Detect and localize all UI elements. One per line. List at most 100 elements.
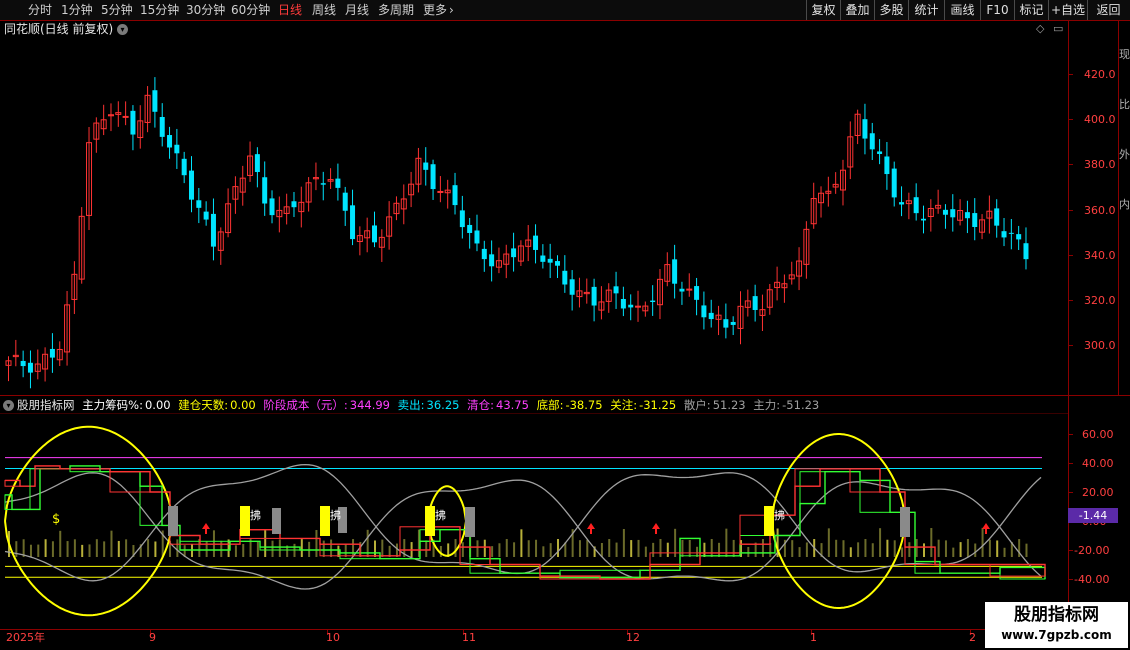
time-axis-label: 2: [969, 631, 976, 644]
candle-body-down: [694, 286, 700, 300]
candle-body-down: [203, 211, 209, 220]
up-arrow-icon: [202, 523, 210, 534]
volume-bar: [769, 542, 772, 557]
volume-bar: [915, 539, 918, 557]
volume-bar: [805, 542, 808, 557]
kline-chart-canvas[interactable]: 拂拂拂拂: [0, 0, 1130, 650]
candle-body-down: [972, 213, 978, 227]
candle-body-down: [921, 218, 926, 221]
volume-bar: [966, 539, 969, 557]
signal-column-gray: [272, 508, 281, 534]
volume-bar: [103, 541, 106, 557]
candle-body-down: [555, 261, 560, 266]
candle-body-down: [511, 248, 517, 258]
candle-body-down: [152, 90, 158, 112]
legend-value: -38.75: [565, 398, 603, 412]
legend-value: 43.75: [496, 398, 529, 412]
buy-signal-label: 拂: [774, 508, 785, 522]
candle-body-down: [752, 296, 758, 310]
candle-body-down: [181, 158, 187, 176]
indicator-tick: 40.00: [1082, 457, 1114, 470]
candle-body-down: [877, 151, 883, 154]
watermark-title: 股朋指标网: [1014, 605, 1099, 625]
candle-body-down: [49, 348, 55, 358]
legend-label: 清仓:: [467, 398, 494, 412]
candle-body-down: [196, 200, 202, 208]
volume-bar: [315, 529, 318, 557]
volume-bar: [264, 530, 267, 557]
price-tick: 300.0: [1084, 339, 1116, 352]
buy-signal-label: 拂: [250, 508, 261, 522]
volume-bar: [1003, 547, 1006, 557]
volume-bar: [454, 539, 457, 557]
volume-bar: [461, 542, 464, 557]
candle-body-down: [899, 202, 905, 205]
volume-bar: [344, 543, 347, 557]
candle-body-down: [591, 286, 597, 306]
volume-bar: [842, 540, 845, 557]
time-axis-label: 10: [326, 631, 340, 644]
candle-body-down: [467, 224, 473, 233]
up-arrow-icon: [587, 523, 595, 534]
volume-bar: [337, 545, 340, 557]
signal-column-gray: [465, 507, 475, 537]
volume-bar: [886, 539, 889, 557]
volume-bar: [659, 539, 662, 557]
main-chart-title: 同花顺(日线 前复权): [4, 22, 114, 36]
candle-body-down: [562, 270, 568, 285]
volume-bar: [622, 528, 625, 557]
candle-body-down: [1001, 231, 1007, 238]
cost-envelope: [771, 433, 905, 522]
diamond-icon[interactable]: ◇: [1036, 22, 1044, 36]
volume-bar: [505, 539, 508, 557]
candle-body-down: [569, 279, 575, 295]
volume-bar: [527, 540, 530, 557]
volume-bar: [652, 542, 655, 557]
price-tick: 420.0: [1084, 68, 1116, 81]
indicator-legend: 股朋指标网 主力筹码%: 0.00 建仓天数: 0.00 阶段成本（元）: 344.9…: [17, 398, 819, 412]
volume-bar: [732, 539, 735, 557]
volume-bar: [952, 547, 955, 557]
volume-bar: [835, 539, 838, 557]
volume-bar: [761, 539, 764, 557]
time-axis-label: 11: [462, 631, 476, 644]
legend-value: 344.99: [349, 398, 390, 412]
legend-label: 主力筹码%:: [82, 398, 143, 412]
legend-label: 建仓天数:: [178, 398, 229, 412]
chip-box: [859, 479, 891, 513]
volume-bar: [81, 544, 84, 557]
volume-bar: [600, 543, 603, 557]
buy-signal-label: 拂: [330, 508, 341, 522]
time-axis-label: 12: [626, 631, 640, 644]
time-axis-label: 1: [810, 631, 817, 644]
candle-body-down: [254, 154, 260, 173]
candle-body-down: [269, 198, 275, 216]
indicator-tick: -20.00: [1074, 544, 1110, 557]
window-icon[interactable]: ▭: [1053, 22, 1063, 36]
candle-body-down: [533, 235, 539, 250]
volume-bar: [330, 539, 333, 557]
candle-body-down: [723, 319, 729, 328]
legend-value: -51.23: [782, 398, 820, 412]
up-arrow-icon: [652, 523, 660, 534]
volume-bar: [908, 542, 911, 557]
volume-bar: [95, 539, 98, 557]
candle-body-down: [459, 210, 465, 228]
volume-bar: [29, 544, 32, 557]
volume-bar: [981, 527, 984, 557]
volume-bar: [300, 539, 303, 557]
candle-body-down: [730, 321, 736, 325]
candle-body-down: [167, 135, 173, 148]
candle-body-down: [994, 208, 1000, 226]
chevron-down-icon[interactable]: ▾: [3, 400, 14, 411]
volume-bar: [154, 541, 157, 557]
chevron-down-icon[interactable]: ▾: [117, 24, 128, 35]
volume-bar: [88, 544, 91, 557]
chip-box: [34, 465, 61, 470]
volume-bar: [703, 542, 706, 557]
legend-label: 底部:: [536, 398, 564, 412]
candle-body-down: [430, 164, 436, 190]
candle-body-down: [701, 305, 707, 318]
candle-body-down: [708, 312, 714, 320]
candle-body-down: [613, 286, 619, 294]
